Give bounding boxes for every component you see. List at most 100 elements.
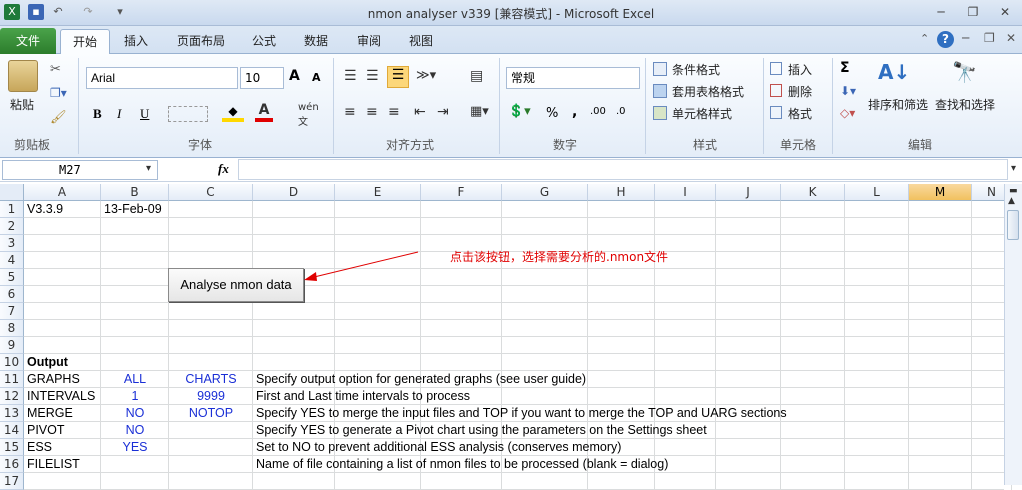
cell-d12[interactable]: First and Last time intervals to process [256,388,470,405]
column-header-c[interactable]: C [169,184,253,201]
cell-a11[interactable]: GRAPHS [27,371,80,388]
worksheet-grid[interactable]: ABCDEFGHIJKLMN 1 2 3 4 5 6 7 8 9 10 11 12 13 14 15 16 17… [0,184,1012,490]
column-header-d[interactable]: D [253,184,335,201]
cell-c11[interactable]: CHARTS [169,371,253,388]
cell-a13[interactable]: MERGE [27,405,73,422]
delete-cells-button[interactable]: 删除 [788,83,812,100]
column-header-a[interactable]: A [24,184,101,201]
align-left-icon[interactable]: ≡ [344,104,356,120]
row-header-7[interactable]: 7 [0,303,24,320]
copy-icon[interactable]: ❐▾ [50,86,67,100]
cell-b1[interactable]: 13-Feb-09 [104,201,162,218]
row-header-4[interactable]: 4 [0,252,24,269]
row-header-16[interactable]: 16 [0,456,24,473]
row-header-1[interactable]: 1 [0,201,24,218]
cell-b11[interactable]: ALL [101,371,169,388]
sort-filter-button[interactable]: 排序和筛选 [868,96,928,113]
workbook-close-button[interactable]: ✕ [1006,31,1016,45]
column-header-b[interactable]: B [101,184,169,201]
column-header-f[interactable]: F [421,184,502,201]
tab-insert[interactable]: 插入 [112,29,160,54]
workbook-minimize-button[interactable]: ─ [962,31,969,45]
cell-b13[interactable]: NO [101,405,169,422]
column-header-i[interactable]: I [655,184,716,201]
align-center-icon[interactable]: ≡ [366,104,378,120]
autosum-button[interactable]: Σ [840,60,850,76]
cell-a15[interactable]: ESS [27,439,52,456]
column-header-k[interactable]: K [781,184,845,201]
comma-button[interactable]: , [572,104,577,120]
paste-button[interactable]: 粘贴 [10,96,34,113]
expand-formula-bar-icon[interactable]: ▾ [1011,163,1016,174]
clear-icon[interactable]: ◇▾ [840,106,855,120]
row-header-15[interactable]: 15 [0,439,24,456]
cell-a16[interactable]: FILELIST [27,456,80,473]
decrease-decimal-icon[interactable]: .0 [616,106,626,117]
align-bottom-icon[interactable]: ☰ [387,66,409,88]
vertical-scrollbar[interactable]: ▬ ▲ [1004,184,1022,485]
shrink-font-icon[interactable]: A [312,71,321,84]
column-header-l[interactable]: L [845,184,909,201]
row-header-2[interactable]: 2 [0,218,24,235]
paste-icon[interactable] [8,60,38,92]
cell-d13[interactable]: Specify YES to merge the input files and… [256,405,787,422]
increase-decimal-icon[interactable]: .00 [590,106,606,117]
column-header-e[interactable]: E [335,184,421,201]
align-right-icon[interactable]: ≡ [388,104,400,120]
conditional-format-button[interactable]: 条件格式 [672,61,720,78]
percent-button[interactable]: % [546,106,558,121]
help-icon[interactable]: ? [937,31,954,48]
name-box-dropdown-icon[interactable]: ▾ [146,163,151,174]
fill-color-icon[interactable]: ◆ [222,104,244,122]
tab-data[interactable]: 数据 [292,29,340,54]
row-header-6[interactable]: 6 [0,286,24,303]
font-name-select[interactable]: Arial [86,67,238,89]
row-header-5[interactable]: 5 [0,269,24,286]
cell-a12[interactable]: INTERVALS [27,388,95,405]
increase-indent-icon[interactable]: ⇥ [437,104,449,120]
find-select-button[interactable]: 查找和选择 [935,96,995,113]
insert-function-button[interactable]: fx [218,161,229,177]
analyse-nmon-data-button[interactable]: Analyse nmon data [168,268,304,302]
cell-a1[interactable]: V3.3.9 [27,201,63,218]
collapse-ribbon-icon[interactable]: ⌃ [920,32,929,45]
row-header-13[interactable]: 13 [0,405,24,422]
row-header-14[interactable]: 14 [0,422,24,439]
cell-d14[interactable]: Specify YES to generate a Pivot chart us… [256,422,707,439]
row-header-11[interactable]: 11 [0,371,24,388]
currency-format-icon[interactable]: 💲▾ [508,104,531,119]
borders-icon[interactable] [168,106,208,122]
row-header-17[interactable]: 17 [0,473,24,490]
select-all-corner[interactable] [0,184,24,201]
cell-c13[interactable]: NOTOP [169,405,253,422]
column-header-g[interactable]: G [502,184,588,201]
column-header-h[interactable]: H [588,184,655,201]
tab-review[interactable]: 审阅 [345,29,393,54]
cell-c12[interactable]: 9999 [169,388,253,405]
cell-b12[interactable]: 1 [101,388,169,405]
grow-font-icon[interactable]: A [289,68,300,84]
cell-d15[interactable]: Set to NO to prevent additional ESS anal… [256,439,621,456]
minimize-button[interactable]: ─ [930,4,952,20]
row-header-3[interactable]: 3 [0,235,24,252]
tab-view[interactable]: 视图 [397,29,445,54]
italic-button[interactable]: I [117,106,121,122]
format-painter-icon[interactable]: 🖌 [50,110,67,125]
format-cells-button[interactable]: 格式 [788,105,812,122]
number-format-select[interactable]: 常规 [506,67,640,89]
insert-cells-button[interactable]: 插入 [788,61,812,78]
font-size-select[interactable]: 10 [240,67,284,89]
scroll-thumb[interactable] [1007,210,1019,240]
cell-d11[interactable]: Specify output option for generated grap… [256,371,586,388]
restore-button[interactable]: ❐ [962,4,984,20]
row-header-12[interactable]: 12 [0,388,24,405]
cell-a14[interactable]: PIVOT [27,422,65,439]
row-header-8[interactable]: 8 [0,320,24,337]
tab-home[interactable]: 开始 [60,29,111,54]
phonetic-icon[interactable]: wén 文 [298,102,319,128]
cell-styles-button[interactable]: 单元格样式 [672,105,732,122]
column-header-m[interactable]: M [909,184,972,201]
tab-page-layout[interactable]: 页面布局 [165,29,237,54]
font-color-icon[interactable]: A [255,102,273,122]
tab-file[interactable]: 文件 [0,28,56,54]
